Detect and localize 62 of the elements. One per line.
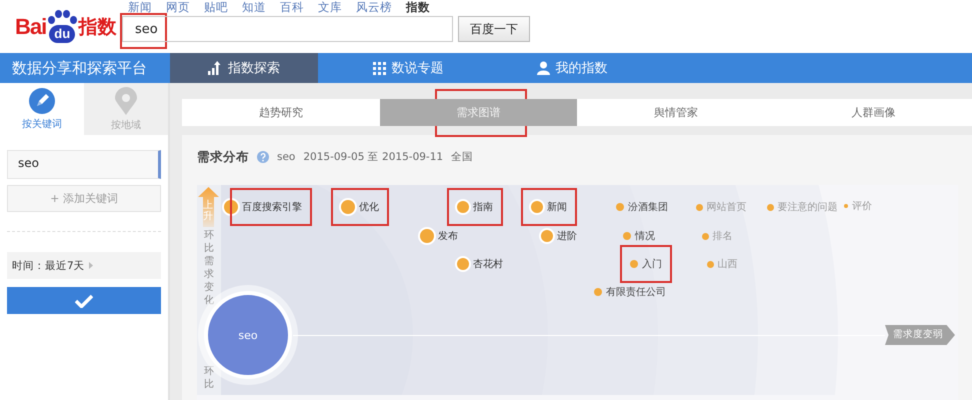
axis-arrow-label: 需求度变弱 [885,325,955,345]
top-link[interactable]: 指数 [406,0,430,14]
term-label: 进阶 [557,230,577,243]
caret-icon [88,262,93,269]
logo-brand-text: Bai [15,14,46,40]
term-dot [541,230,553,242]
paw-logo: du [46,9,78,45]
term-label: 有限责任公司 [606,286,666,299]
keyword-field[interactable]: seo [7,150,161,179]
term-dot [844,204,848,208]
nav-tab[interactable]: 数说专题 [318,53,498,83]
section-tab[interactable]: 舆情管家 [577,99,774,126]
top-link[interactable]: 风云榜 [356,0,392,14]
term-dot [420,229,434,243]
date-range: 2015-09-05 至 2015-09-11 [303,150,444,164]
rise-label: 上升 [203,200,213,222]
nav-tab[interactable]: 我的指数 [498,53,646,83]
term-label: 百度搜索引擎 [242,200,302,214]
term-label: 入门 [642,258,662,271]
term-label: 优化 [359,201,379,214]
top-link[interactable]: 贴吧 [204,0,228,14]
help-icon[interactable] [257,151,269,163]
term-dot [531,201,543,213]
pencil-icon [29,88,55,114]
time-selector[interactable]: 时间：最近7天 [7,252,161,279]
term-label: 杏花村 [473,258,503,271]
top-link[interactable]: 知道 [242,0,266,14]
term-label: 新闻 [547,200,567,214]
nav-tab[interactable]: 指数探索 [170,53,318,83]
platform-title: 数据分享和探索平台 [11,58,148,79]
confirm-button[interactable] [7,287,161,314]
search-button[interactable]: 百度一下 [458,16,530,42]
term-dot [341,200,355,214]
term-label: 评价 [852,200,872,213]
term-label: 网站首页 [706,200,746,214]
up-arrow-icon [198,187,219,227]
bar-chart-icon [208,61,222,75]
term-dot [457,258,469,270]
checkmark-icon [75,294,93,308]
section-tab[interactable]: 人群画像 [774,99,972,126]
term-label: 情况 [635,230,655,243]
top-link[interactable]: 网页 [166,0,190,14]
term-label: 排名 [712,230,732,243]
panel-title: 需求分布 [197,148,249,166]
term-label: 山西 [718,258,738,271]
panel-keyword: seo [277,151,296,163]
top-link[interactable]: 文库 [318,0,342,14]
term-dot [457,201,469,213]
region-label: 全国 [451,150,474,164]
map-pin-icon [115,86,137,114]
top-link[interactable]: 百科 [280,0,304,14]
term-label: 要注意的问题 [778,200,838,214]
section-tab[interactable]: 趋势研究 [182,99,380,126]
add-keyword-button[interactable]: + 添加关键词 [7,185,161,212]
term-label: 汾酒集团 [628,200,668,214]
search-field[interactable]: seo [122,16,453,42]
top-link[interactable]: 新闻 [128,0,152,14]
logo-product-text: 指数 [78,15,116,40]
term-label: 指南 [473,200,493,214]
term-label: 发布 [438,230,458,243]
person-icon [536,61,550,75]
grid-icon [372,62,386,74]
